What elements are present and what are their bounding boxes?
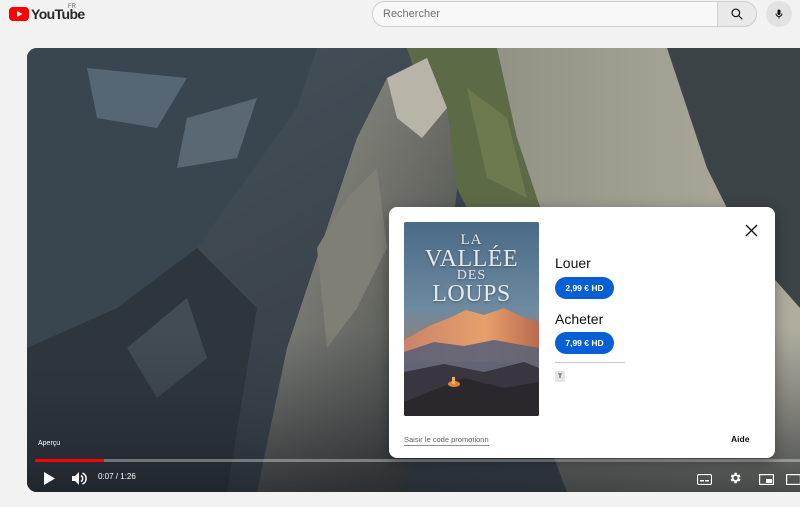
masthead: YouTube FR	[0, 0, 800, 30]
time-display: 0:07 / 1:26	[98, 472, 136, 481]
voice-search-button[interactable]	[766, 1, 792, 27]
promo-code-link[interactable]: Saisir le code promotionn	[404, 435, 489, 446]
help-link[interactable]: Aide	[731, 434, 749, 444]
close-button[interactable]	[741, 220, 761, 240]
search-button[interactable]	[717, 1, 757, 27]
buy-label: Acheter	[555, 311, 604, 327]
subtitles-icon	[696, 473, 712, 485]
miniplayer-icon	[758, 473, 774, 485]
progress-fill	[35, 459, 104, 462]
preview-label: Aperçu	[38, 440, 61, 447]
close-icon	[745, 224, 757, 236]
youtube-play-icon	[9, 7, 29, 21]
theater-icon	[785, 473, 800, 485]
search-input[interactable]	[373, 2, 718, 26]
volume-button[interactable]	[70, 469, 88, 487]
rent-buy-dialog: LA VALLÉE DES LOUPS Louer 2,99 € HD Ache…	[389, 207, 775, 458]
poster-title: LA VALLÉE DES LOUPS	[424, 232, 519, 307]
progress-bar[interactable]	[35, 459, 800, 462]
player-controls: 0:07 / 1:26	[27, 466, 800, 492]
movie-poster: LA VALLÉE DES LOUPS	[404, 222, 539, 416]
theater-mode-button[interactable]	[784, 470, 800, 488]
rating-badge: T	[555, 371, 565, 382]
play-button[interactable]	[40, 469, 58, 487]
microphone-icon	[775, 9, 783, 19]
search-box	[372, 1, 718, 27]
divider	[555, 362, 625, 363]
rent-label: Louer	[555, 255, 591, 271]
subtitles-button[interactable]	[695, 470, 713, 488]
settings-button[interactable]	[726, 469, 744, 487]
gear-icon	[730, 472, 741, 484]
play-icon	[44, 471, 55, 485]
region-code: FR	[68, 4, 76, 10]
rent-hd-button[interactable]: 2,99 € HD	[555, 277, 614, 299]
volume-icon	[71, 471, 87, 485]
buy-hd-button[interactable]: 7,99 € HD	[555, 332, 614, 354]
miniplayer-button[interactable]	[757, 470, 775, 488]
logo-text: YouTube	[31, 6, 85, 22]
search-icon	[731, 8, 743, 20]
